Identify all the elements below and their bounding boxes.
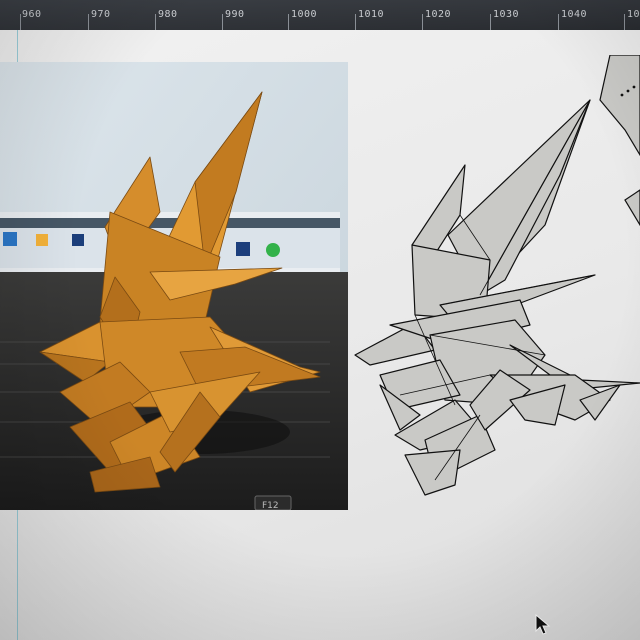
ruler-label: 980 — [158, 9, 178, 20]
origami-vector-shapes — [354, 99, 640, 496]
vector-trace[interactable] — [340, 54, 640, 505]
vector-drawing — [354, 54, 640, 496]
ruler-label: 1040 — [561, 9, 588, 20]
mouse-pointer-icon — [535, 614, 551, 635]
ruler-label: 1010 — [358, 9, 385, 20]
vector-second-model-partial — [599, 54, 640, 227]
ruler-label: 10 — [627, 9, 640, 20]
photo-key-label: F12 — [262, 501, 279, 510]
ruler-label: 960 — [22, 9, 42, 20]
ruler-label: 1020 — [425, 9, 452, 20]
ruler-label: 1000 — [291, 9, 318, 20]
reference-photo[interactable]: F12 — [0, 62, 348, 510]
photo-monitor-bar — [0, 218, 340, 228]
ruler-label: 1030 — [493, 9, 520, 20]
photo-image: F12 — [0, 62, 348, 510]
ruler-label: 970 — [91, 9, 111, 20]
ruler-label: 990 — [225, 9, 245, 20]
